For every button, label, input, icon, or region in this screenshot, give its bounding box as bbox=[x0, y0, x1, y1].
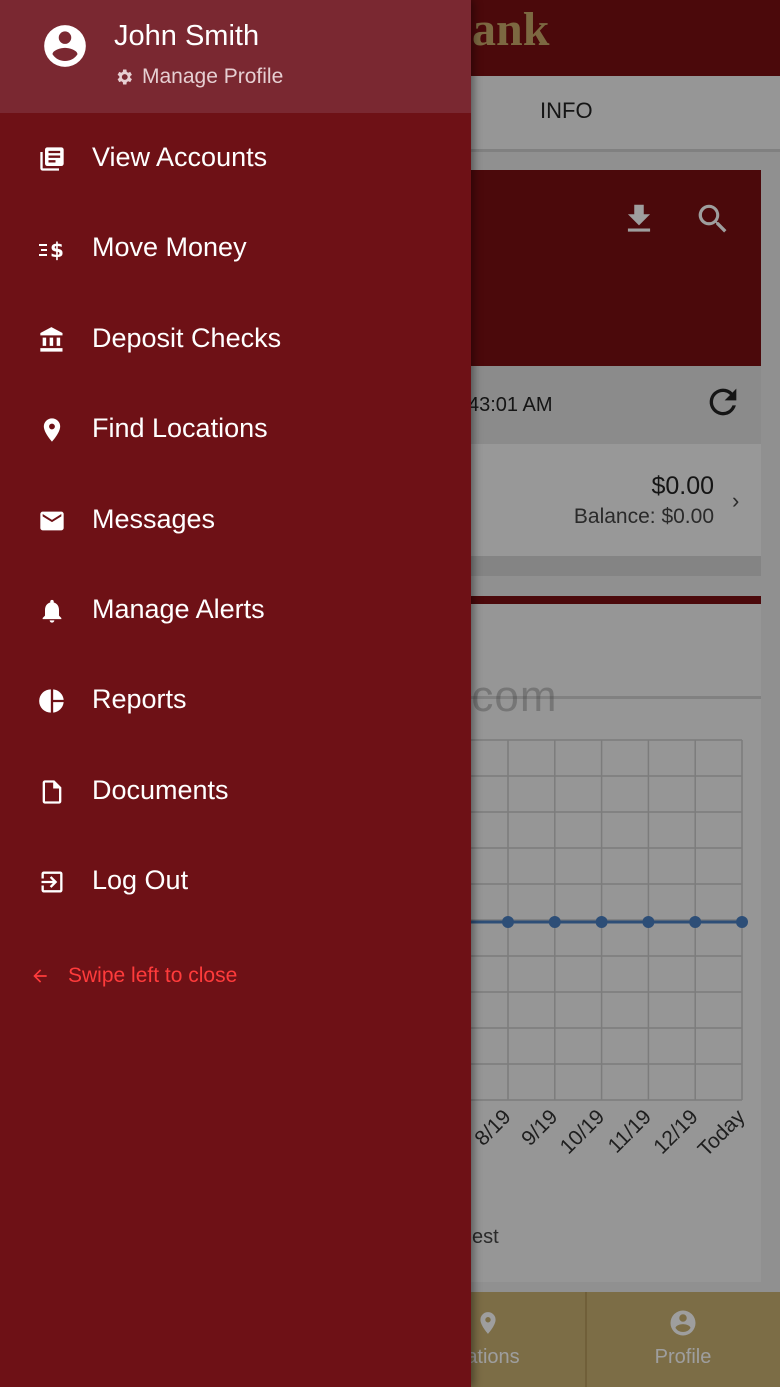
bell-icon bbox=[42, 599, 62, 623]
gear-icon bbox=[117, 69, 132, 85]
menu-item-label: Documents bbox=[92, 775, 229, 805]
logout-icon bbox=[41, 871, 63, 893]
manage-profile-link[interactable]: Manage Profile bbox=[114, 62, 283, 92]
menu-item-label: Messages bbox=[92, 504, 216, 534]
manage-profile-label: Manage Profile bbox=[142, 65, 284, 88]
menu-item-log-out[interactable]: Log Out bbox=[0, 841, 471, 921]
menu-item-label: Deposit Checks bbox=[92, 323, 282, 353]
svg-text:$: $ bbox=[50, 238, 64, 262]
menu-item-label: Manage Alerts bbox=[92, 594, 265, 624]
menu-item-view-accounts[interactable]: View Accounts bbox=[0, 118, 471, 198]
menu-item-label: Reports bbox=[92, 684, 187, 714]
bank-icon bbox=[40, 327, 63, 352]
menu-item-label: View Accounts bbox=[92, 142, 268, 172]
avatar-icon[interactable] bbox=[40, 21, 90, 71]
swipe-hint-label: Swipe left to close bbox=[68, 964, 238, 987]
menu-item-label: Find Locations bbox=[92, 413, 268, 443]
drawer-header: John Smith Manage Profile bbox=[0, 0, 471, 113]
transfer-money-icon: $ bbox=[39, 238, 64, 262]
arrow-left-icon bbox=[33, 969, 47, 983]
location-pin-icon bbox=[43, 418, 61, 442]
menu-item-find-locations[interactable]: Find Locations bbox=[0, 389, 471, 469]
menu-item-move-money[interactable]: $ Move Money bbox=[0, 208, 471, 288]
swipe-hint: Swipe left to close bbox=[30, 964, 237, 988]
menu-item-reports[interactable]: Reports bbox=[0, 660, 471, 740]
menu-item-label: Log Out bbox=[92, 865, 189, 895]
accounts-list-icon bbox=[40, 147, 64, 171]
envelope-icon bbox=[40, 511, 64, 531]
document-icon bbox=[42, 780, 62, 804]
navigation-drawer: John Smith Manage Profile View Accounts … bbox=[0, 0, 471, 1387]
menu-item-deposit-checks[interactable]: Deposit Checks bbox=[0, 299, 471, 379]
menu-item-label: Move Money bbox=[92, 232, 247, 262]
menu-item-documents[interactable]: Documents bbox=[0, 751, 471, 831]
pie-chart-icon bbox=[39, 689, 64, 713]
menu-item-manage-alerts[interactable]: Manage Alerts bbox=[0, 570, 471, 650]
menu-item-messages[interactable]: Messages bbox=[0, 480, 471, 560]
user-name: John Smith bbox=[114, 20, 260, 52]
